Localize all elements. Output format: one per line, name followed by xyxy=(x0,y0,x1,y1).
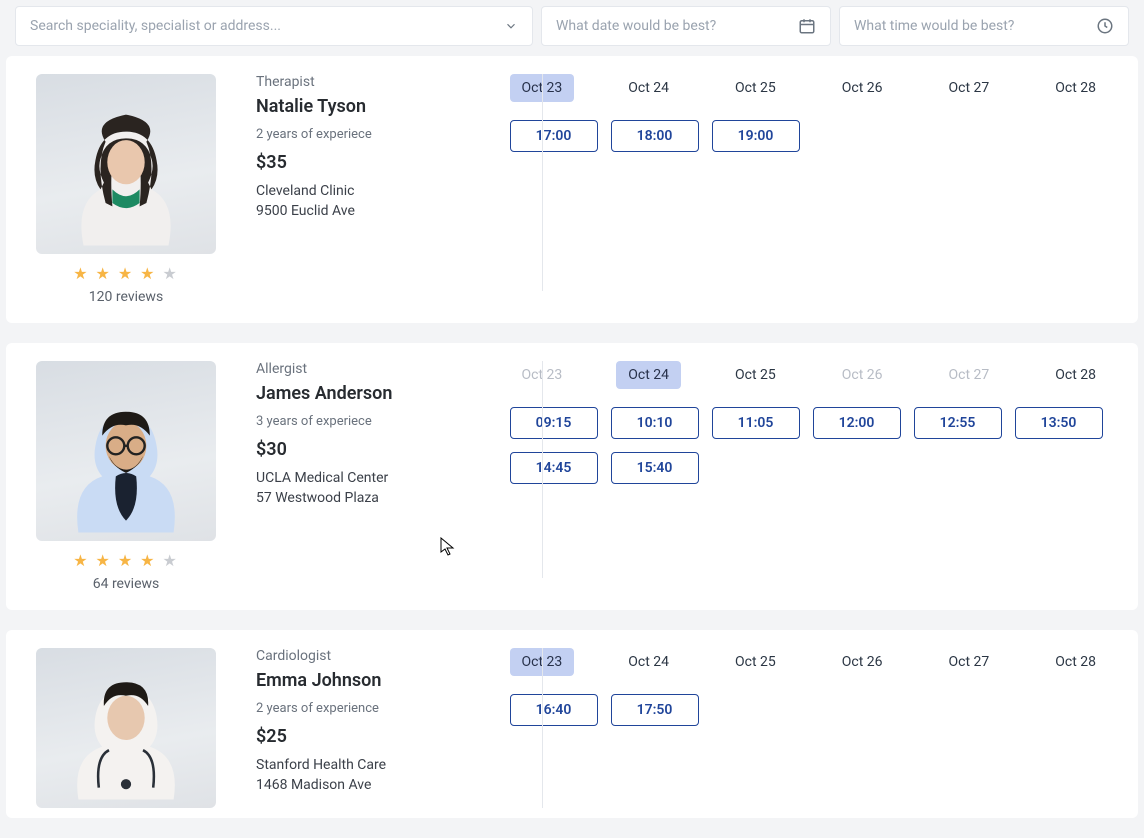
clock-icon xyxy=(1096,17,1114,35)
address: 57 Westwood Plaza xyxy=(256,490,410,506)
address: 1468 Madison Ave xyxy=(256,777,410,793)
time-slot[interactable]: 14:45 xyxy=(510,452,598,484)
experience: 2 years of experiece xyxy=(256,127,410,142)
speciality: Allergist xyxy=(256,361,410,377)
date-chip[interactable]: Oct 27 xyxy=(937,648,1002,676)
date-chip[interactable]: Oct 28 xyxy=(1043,74,1108,102)
search-bar: Search speciality, specialist or address… xyxy=(0,0,1144,56)
divider xyxy=(542,648,543,808)
time-slot[interactable]: 19:00 xyxy=(712,120,800,152)
experience: 3 years of experiece xyxy=(256,414,410,429)
date-placeholder: What date would be best? xyxy=(556,18,716,34)
time-slot[interactable]: 10:10 xyxy=(611,407,699,439)
doctor-card: ★ ★ ★ ★ ★ 120 reviews Therapist Natalie … xyxy=(6,56,1138,323)
speciality-placeholder: Search speciality, specialist or address… xyxy=(30,18,281,34)
time-slots: 16:40 17:50 xyxy=(510,694,1109,726)
time-search[interactable]: What time would be best? xyxy=(839,6,1129,46)
reviews-count: 64 reviews xyxy=(93,576,160,592)
star-rating: ★ ★ ★ ★ ★ xyxy=(73,264,179,283)
doctor-card: Cardiologist Emma Johnson 2 years of exp… xyxy=(6,630,1138,818)
avatar xyxy=(36,74,216,254)
price: $30 xyxy=(256,439,410,460)
date-search[interactable]: What date would be best? xyxy=(541,6,831,46)
speciality-search[interactable]: Search speciality, specialist or address… xyxy=(15,6,533,46)
cursor-icon xyxy=(440,537,456,561)
date-chip[interactable]: Oct 27 xyxy=(937,74,1002,102)
date-tabs: Oct 23 Oct 24 Oct 25 Oct 26 Oct 27 Oct 2… xyxy=(510,74,1109,102)
time-slots: 09:15 10:10 11:05 12:00 12:55 13:50 14:4… xyxy=(510,407,1109,484)
time-slot[interactable]: 11:05 xyxy=(712,407,800,439)
date-chip[interactable]: Oct 24 xyxy=(616,361,681,389)
clinic: UCLA Medical Center xyxy=(256,470,410,486)
date-chip[interactable]: Oct 28 xyxy=(1043,648,1108,676)
date-tabs: Oct 23 Oct 24 Oct 25 Oct 26 Oct 27 Oct 2… xyxy=(510,648,1109,676)
address: 9500 Euclid Ave xyxy=(256,203,410,219)
time-slot[interactable]: 17:50 xyxy=(611,694,699,726)
price: $25 xyxy=(256,726,410,747)
doctor-card: ★ ★ ★ ★ ★ 64 reviews Allergist James And… xyxy=(6,343,1138,610)
doctor-name: Natalie Tyson xyxy=(256,96,410,117)
speciality: Cardiologist xyxy=(256,648,410,664)
date-chip[interactable]: Oct 24 xyxy=(616,648,681,676)
date-chip[interactable]: Oct 26 xyxy=(830,74,895,102)
price: $35 xyxy=(256,152,410,173)
time-slot[interactable]: 12:55 xyxy=(914,407,1002,439)
clinic: Cleveland Clinic xyxy=(256,183,410,199)
date-chip: Oct 27 xyxy=(937,361,1002,389)
time-slot[interactable]: 13:50 xyxy=(1015,407,1103,439)
speciality: Therapist xyxy=(256,74,410,90)
avatar xyxy=(36,361,216,541)
experience: 2 years of experience xyxy=(256,701,410,716)
avatar xyxy=(36,648,216,808)
reviews-count: 120 reviews xyxy=(89,289,163,305)
calendar-icon xyxy=(798,17,816,35)
date-chip[interactable]: Oct 25 xyxy=(723,74,788,102)
divider xyxy=(542,361,543,578)
doctor-name: Emma Johnson xyxy=(256,670,410,691)
date-chip[interactable]: Oct 28 xyxy=(1043,361,1108,389)
time-placeholder: What time would be best? xyxy=(854,18,1014,34)
date-chip[interactable]: Oct 25 xyxy=(723,648,788,676)
date-chip: Oct 26 xyxy=(830,361,895,389)
time-slot[interactable]: 16:40 xyxy=(510,694,598,726)
date-chip[interactable]: Oct 24 xyxy=(616,74,681,102)
time-slots: 17:00 18:00 19:00 xyxy=(510,120,1109,152)
date-tabs: Oct 23 Oct 24 Oct 25 Oct 26 Oct 27 Oct 2… xyxy=(510,361,1109,389)
time-slot[interactable]: 15:40 xyxy=(611,452,699,484)
star-rating: ★ ★ ★ ★ ★ xyxy=(73,551,179,570)
time-slot[interactable]: 17:00 xyxy=(510,120,598,152)
date-chip[interactable]: Oct 26 xyxy=(830,648,895,676)
time-slot[interactable]: 12:00 xyxy=(813,407,901,439)
chevron-down-icon xyxy=(504,19,518,33)
doctor-name: James Anderson xyxy=(256,383,410,404)
clinic: Stanford Health Care xyxy=(256,757,410,773)
divider xyxy=(542,74,543,291)
time-slot[interactable]: 18:00 xyxy=(611,120,699,152)
date-chip[interactable]: Oct 25 xyxy=(723,361,788,389)
time-slot[interactable]: 09:15 xyxy=(510,407,598,439)
